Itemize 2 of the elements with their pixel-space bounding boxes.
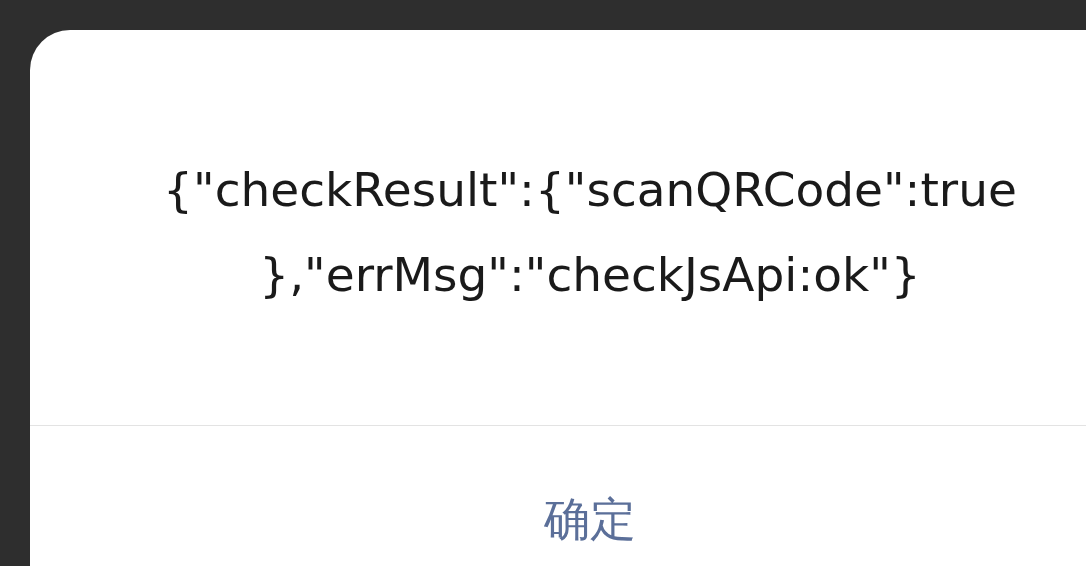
confirm-button[interactable]: 确定 xyxy=(534,484,646,554)
dialog-message: {"checkResult":{"scanQRCode":true },"errMsg":"checkJsApi:ok"} xyxy=(30,30,1086,426)
